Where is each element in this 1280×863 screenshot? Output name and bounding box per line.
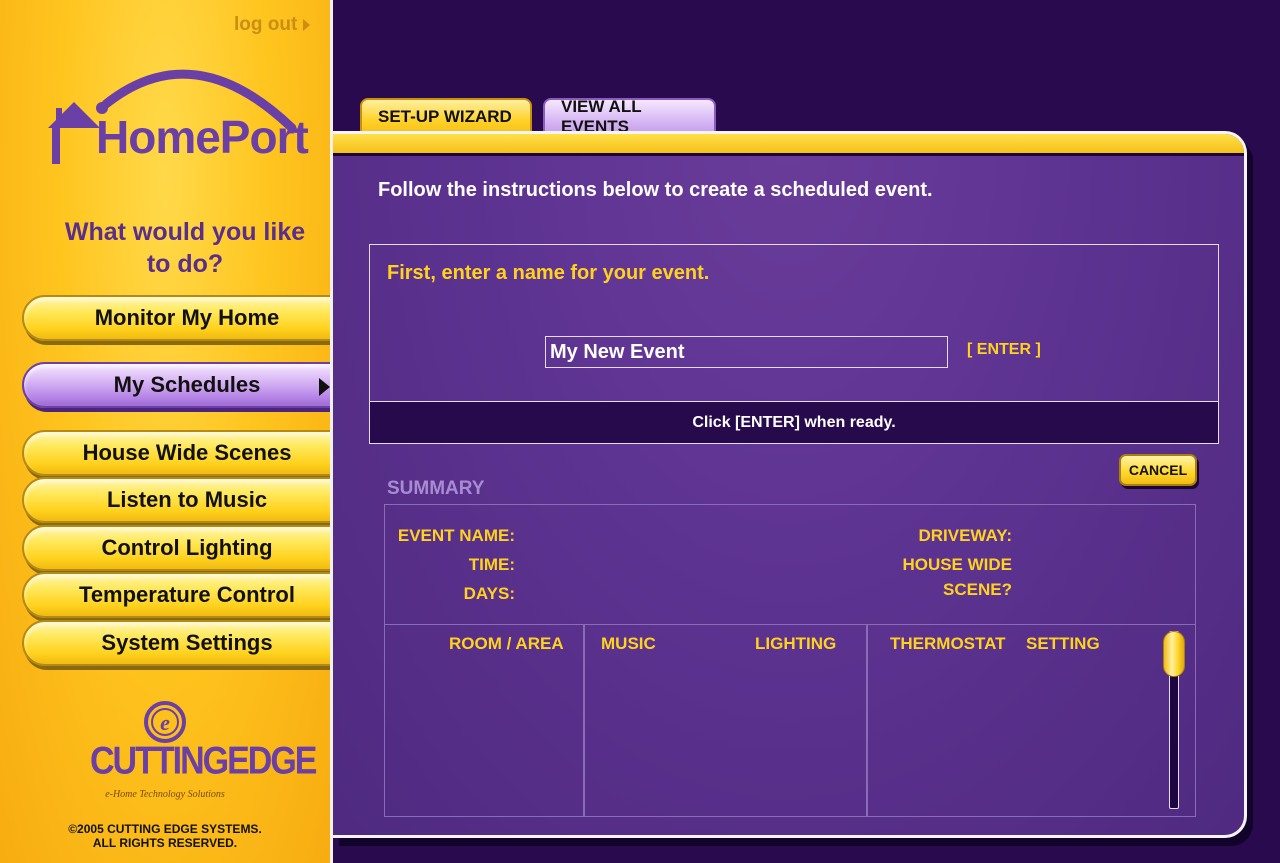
- company-tagline: e-Home Technology Solutions: [105, 789, 225, 800]
- summary-details: EVENT NAME: TIME: DAYS: DRIVEWAY: HOUSE …: [385, 505, 1195, 625]
- cutting-edge-wordmark: CUTTINGEDGE: [90, 739, 317, 783]
- nav-label: Temperature Control: [79, 582, 295, 607]
- column-header-room: ROOM / AREA: [449, 634, 564, 653]
- nav-label: Monitor My Home: [94, 305, 280, 330]
- cancel-button[interactable]: CANCEL: [1119, 454, 1197, 486]
- summary-scrollbar-thumb[interactable]: [1163, 631, 1185, 677]
- nav-listen-to-music[interactable]: Listen to Music: [22, 477, 330, 523]
- tab-view-all-events[interactable]: VIEW ALL EVENTS: [543, 97, 716, 136]
- nav-monitor-my-home[interactable]: Monitor My Home: [22, 295, 330, 341]
- copyright-line-2: ALL RIGHTS RESERVED.: [92, 836, 238, 850]
- event-name-prompt: First, enter a name for your event.: [387, 262, 710, 284]
- nav-my-schedules[interactable]: My Schedules: [22, 362, 330, 408]
- nav-label: System Settings: [101, 630, 273, 655]
- wizard-panel: Follow the instructions below to create …: [333, 131, 1247, 838]
- logout-link[interactable]: log out: [234, 14, 311, 36]
- scene-label: SCENE?: [943, 580, 1012, 599]
- event-name-input[interactable]: [545, 336, 948, 368]
- nav-house-wide-scenes[interactable]: House Wide Scenes: [22, 430, 330, 476]
- event-name-label: EVENT NAME:: [397, 526, 515, 545]
- panel-top-bar: [333, 134, 1244, 156]
- nav-label: Control Lighting: [101, 535, 273, 560]
- ready-hint-text: Click [ENTER] when ready.: [692, 413, 896, 431]
- nav-label: Listen to Music: [106, 487, 268, 512]
- homeport-logo: HomePort: [44, 56, 314, 176]
- tab-label: SET-UP WIZARD: [378, 107, 512, 126]
- column-divider: [866, 625, 868, 816]
- column-header-thermostat: THERMOSTAT: [890, 634, 1006, 653]
- nav-system-settings[interactable]: System Settings: [22, 620, 330, 666]
- tab-setup-wizard[interactable]: SET-UP WIZARD: [360, 98, 532, 134]
- nav-control-lighting[interactable]: Control Lighting: [22, 525, 330, 571]
- days-label: DAYS:: [463, 584, 515, 603]
- column-header-setting: SETTING: [1026, 634, 1100, 653]
- play-arrow-icon: [319, 378, 330, 396]
- sidebar-prompt: What would you like to do?: [64, 218, 306, 278]
- nav-label: House Wide Scenes: [82, 440, 292, 465]
- time-label: TIME:: [468, 555, 515, 574]
- copyright-line-1: ©2005 CUTTING EDGE SYSTEMS.: [68, 822, 262, 836]
- svg-text:e: e: [160, 710, 170, 735]
- homeport-wordmark: HomePort: [96, 111, 309, 163]
- cancel-label: CANCEL: [1128, 462, 1188, 478]
- column-header-lighting: LIGHTING: [755, 634, 837, 653]
- sidebar: log out HomePort What would you like to …: [0, 0, 330, 863]
- page-instruction: Follow the instructions below to create …: [378, 179, 933, 201]
- summary-title: SUMMARY: [387, 478, 485, 499]
- house-wide-label: HOUSE WIDE: [902, 555, 1012, 574]
- enter-button[interactable]: [ ENTER ]: [967, 341, 1041, 359]
- copyright: ©2005 CUTTING EDGE SYSTEMS. ALL RIGHTS R…: [40, 822, 290, 850]
- nav-temperature-control[interactable]: Temperature Control: [22, 572, 330, 618]
- nav-label: My Schedules: [113, 372, 261, 397]
- summary-box: EVENT NAME: TIME: DAYS: DRIVEWAY: HOUSE …: [384, 504, 1196, 817]
- column-divider: [583, 625, 585, 816]
- logout-label: log out: [234, 14, 298, 35]
- column-header-music: MUSIC: [601, 634, 656, 653]
- event-name-box: First, enter a name for your event. [ EN…: [369, 244, 1219, 444]
- chevron-right-icon: [303, 19, 311, 31]
- ready-hint-bar: Click [ENTER] when ready.: [370, 401, 1218, 443]
- driveway-label: DRIVEWAY:: [918, 526, 1012, 545]
